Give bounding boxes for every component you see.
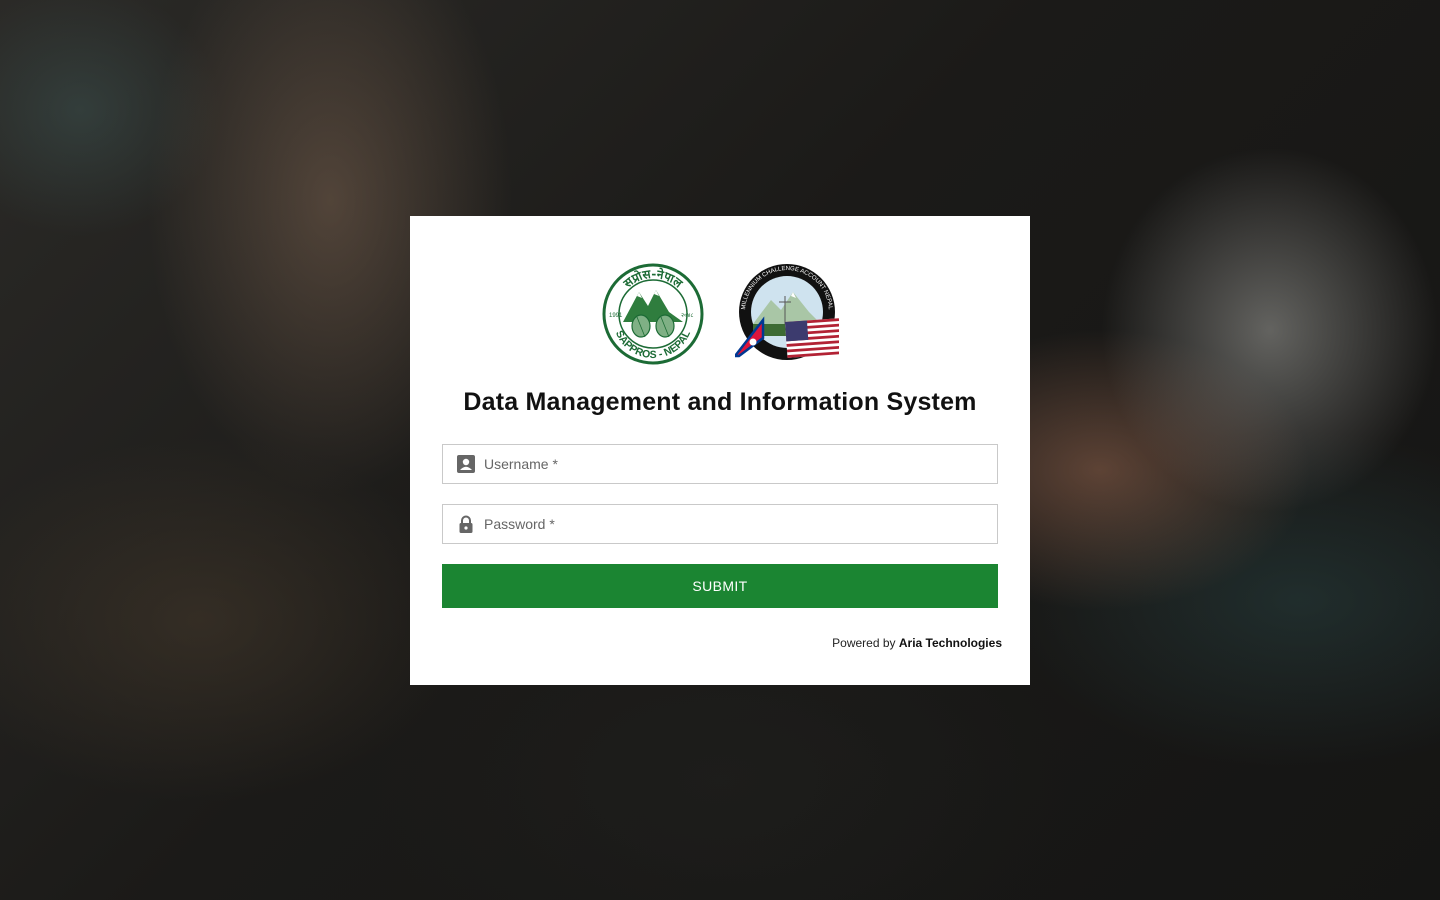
password-field[interactable] xyxy=(442,504,998,544)
powered-by-brand: Aria Technologies xyxy=(898,636,1002,650)
svg-text:1991: 1991 xyxy=(609,313,623,319)
username-field[interactable] xyxy=(442,444,998,484)
powered-by: Powered by Aria Technologies xyxy=(832,636,1002,650)
submit-button[interactable]: SUBMIT xyxy=(442,564,998,608)
logo-row: सप्रोस-नेपाल SAPPROS - NEPAL 1991 २०४८ M… xyxy=(410,262,1030,366)
contact-card-icon xyxy=(456,454,476,474)
mcc-nepal-logo: MILLENNIUM CHALLENGE ACCOUNT NEPAL xyxy=(735,264,839,360)
sappros-nepal-logo: सप्रोस-नेपाल SAPPROS - NEPAL 1991 २०४८ xyxy=(602,263,704,365)
login-card: सप्रोस-नेपाल SAPPROS - NEPAL 1991 २०४८ M… xyxy=(410,216,1030,685)
lock-icon xyxy=(456,514,476,534)
page-title: Data Management and Information System xyxy=(463,388,977,416)
username-input[interactable] xyxy=(484,445,997,483)
svg-text:२०४८: २०४८ xyxy=(681,312,693,319)
powered-by-prefix: Powered by xyxy=(832,636,896,650)
password-input[interactable] xyxy=(484,505,997,543)
